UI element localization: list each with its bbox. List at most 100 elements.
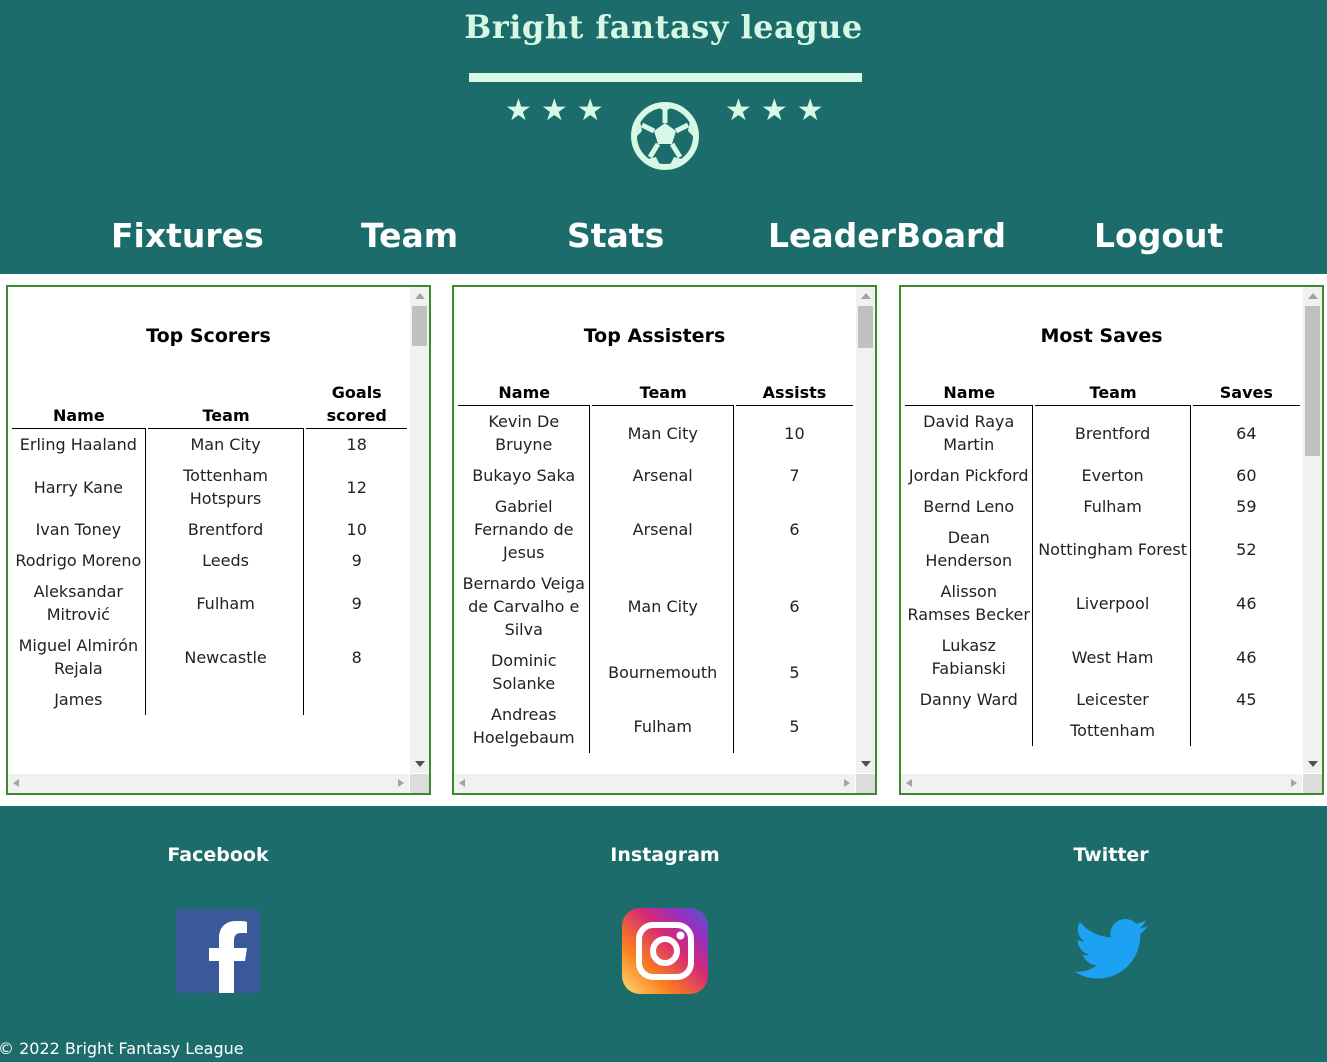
instagram-label: Instagram xyxy=(610,844,720,866)
player-saves: 64 xyxy=(1236,423,1257,443)
horizontal-scrollbar[interactable] xyxy=(454,774,855,793)
player-team: Man City xyxy=(592,406,734,460)
twitter-icon[interactable] xyxy=(1074,919,1150,983)
player-team xyxy=(148,684,305,715)
player-team: Fulham xyxy=(592,699,734,753)
table-row: Lukasz Fabianski West Ham 46 xyxy=(905,630,1300,684)
player-goals: 9 xyxy=(351,593,362,613)
top-assisters-panel[interactable]: Top Assisters Name Team Assists Kevin De… xyxy=(452,285,877,795)
vertical-scrollbar[interactable] xyxy=(1303,287,1322,773)
top-assisters-table: Name Team Assists Kevin De Bruyne Man Ci… xyxy=(456,381,855,753)
vertical-scrollbar[interactable] xyxy=(856,287,875,773)
player-team: Fulham xyxy=(148,576,305,630)
player-name xyxy=(905,715,1034,746)
instagram-icon[interactable] xyxy=(622,908,708,994)
scrollbar-thumb[interactable] xyxy=(858,306,873,348)
player-team: Tottenham xyxy=(1035,715,1191,746)
table-row: Dominic Solanke Bournemouth 5 xyxy=(458,645,853,699)
player-team: Arsenal xyxy=(592,491,734,568)
player-assists: 10 xyxy=(784,423,805,443)
player-saves: 59 xyxy=(1236,497,1257,516)
scrollbar-thumb[interactable] xyxy=(412,306,427,346)
scroll-corner xyxy=(410,774,429,793)
nav-team[interactable]: Team xyxy=(361,214,458,258)
player-team: Bournemouth xyxy=(592,645,734,699)
nav-leaderboard[interactable]: LeaderBoard xyxy=(768,214,1006,258)
scroll-left-arrow-icon[interactable] xyxy=(459,779,465,787)
vertical-scrollbar[interactable] xyxy=(410,287,429,773)
table-row: Bernardo Veiga de Carvalho e Silva Man C… xyxy=(458,568,853,645)
table-row: Dean Henderson Nottingham Forest 52 xyxy=(905,522,1300,576)
player-name: Danny Ward xyxy=(905,684,1034,715)
player-goals: 8 xyxy=(351,647,362,667)
player-team: Liverpool xyxy=(1035,576,1191,630)
stars-left-icon: ★★★ xyxy=(505,93,613,128)
player-saves: 46 xyxy=(1236,593,1257,613)
most-saves-panel[interactable]: Most Saves Name Team Saves David Raya Ma… xyxy=(899,285,1324,795)
table-row: Miguel Almirón Rejala Newcastle 8 xyxy=(12,630,407,684)
scroll-up-arrow-icon[interactable] xyxy=(415,293,425,299)
player-team: Newcastle xyxy=(148,630,305,684)
twitter-label: Twitter xyxy=(1073,844,1149,866)
nav-fixtures[interactable]: Fixtures xyxy=(111,214,264,258)
player-goals: 9 xyxy=(351,551,362,570)
player-name: Miguel Almirón Rejala xyxy=(12,630,146,684)
panel-scroll-area[interactable]: Top Assisters Name Team Assists Kevin De… xyxy=(454,287,855,773)
player-name: Lukasz Fabianski xyxy=(905,630,1034,684)
scroll-right-arrow-icon[interactable] xyxy=(398,779,404,787)
scroll-left-arrow-icon[interactable] xyxy=(13,779,19,787)
column-header-name: Name xyxy=(905,381,1034,406)
player-goals: 18 xyxy=(346,435,367,454)
player-name: Rodrigo Moreno xyxy=(12,545,146,576)
player-saves: 60 xyxy=(1236,466,1257,485)
table-row: Ivan Toney Brentford 10 xyxy=(12,514,407,545)
player-name: Dominic Solanke xyxy=(458,645,591,699)
table-row: Danny Ward Leicester 45 xyxy=(905,684,1300,715)
table-row: Alisson Ramses Becker Liverpool 46 xyxy=(905,576,1300,630)
panel-scroll-area[interactable]: Top Scorers Name Team Goals scored Erlin… xyxy=(8,287,409,773)
player-name: Gabriel Fernando de Jesus xyxy=(458,491,591,568)
player-team: Man City xyxy=(592,568,734,645)
scroll-down-arrow-icon[interactable] xyxy=(1308,761,1318,767)
table-row: Jordan Pickford Everton 60 xyxy=(905,460,1300,491)
player-name: Bernd Leno xyxy=(905,491,1034,522)
scroll-left-arrow-icon[interactable] xyxy=(906,779,912,787)
facebook-icon[interactable] xyxy=(176,909,260,993)
facebook-label: Facebook xyxy=(167,844,269,866)
main-nav: Fixtures Team Stats LeaderBoard Logout xyxy=(0,214,1327,260)
panel-scroll-area[interactable]: Most Saves Name Team Saves David Raya Ma… xyxy=(901,287,1302,773)
scrollbar-thumb[interactable] xyxy=(1305,306,1320,456)
table-row: Bernd Leno Fulham 59 xyxy=(905,491,1300,522)
panel-title: Most Saves xyxy=(1040,325,1163,347)
panel-title: Top Assisters xyxy=(583,325,726,347)
player-saves: 52 xyxy=(1236,539,1257,559)
nav-logout[interactable]: Logout xyxy=(1094,214,1223,258)
horizontal-scrollbar[interactable] xyxy=(8,774,409,793)
scroll-up-arrow-icon[interactable] xyxy=(1308,293,1318,299)
column-header-team: Team xyxy=(1035,381,1191,406)
player-assists: 6 xyxy=(789,597,800,616)
player-name: Bernardo Veiga de Carvalho e Silva xyxy=(458,568,591,645)
scroll-down-arrow-icon[interactable] xyxy=(415,761,425,767)
scroll-corner xyxy=(1303,774,1322,793)
scroll-right-arrow-icon[interactable] xyxy=(844,779,850,787)
table-row: Erling Haaland Man City 18 xyxy=(12,429,407,460)
logo-divider xyxy=(469,73,862,82)
player-assists: 5 xyxy=(789,662,800,682)
horizontal-scrollbar[interactable] xyxy=(901,774,1302,793)
scroll-right-arrow-icon[interactable] xyxy=(1291,779,1297,787)
player-name: Bukayo Saka xyxy=(458,460,591,491)
most-saves-table: Name Team Saves David Raya Martin Brentf… xyxy=(903,381,1302,746)
soccer-ball-icon xyxy=(631,102,699,170)
table-row: Tottenham xyxy=(905,715,1300,746)
scroll-down-arrow-icon[interactable] xyxy=(861,761,871,767)
player-name: Erling Haaland xyxy=(12,429,146,460)
scroll-up-arrow-icon[interactable] xyxy=(861,293,871,299)
column-header-name: Name xyxy=(458,381,591,406)
table-row: Andreas Hoelgebaum Fulham 5 xyxy=(458,699,853,753)
site-header: Bright fantasy league ★★★ ★★★ Fixtures T… xyxy=(0,0,1327,274)
column-header-assists: Assists xyxy=(735,381,853,406)
top-scorers-panel[interactable]: Top Scorers Name Team Goals scored Erlin… xyxy=(6,285,431,795)
player-team: Leicester xyxy=(1035,684,1191,715)
nav-stats[interactable]: Stats xyxy=(567,214,664,258)
